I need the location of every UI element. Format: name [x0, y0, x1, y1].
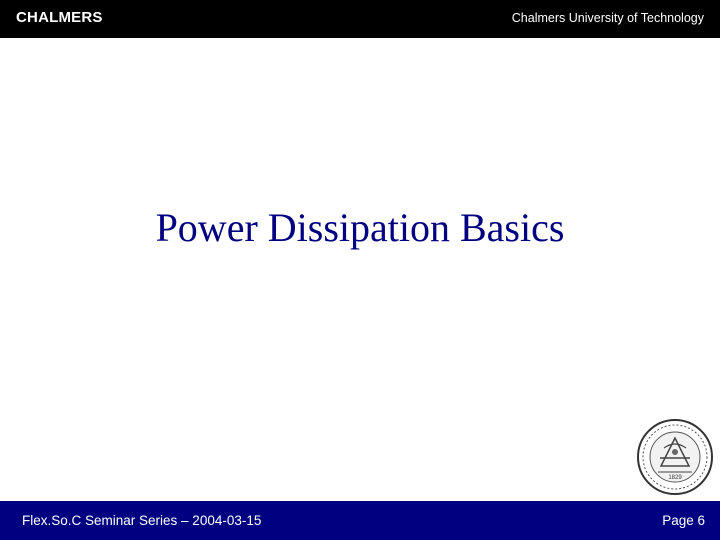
university-seal-icon: 1829 — [636, 418, 714, 496]
chalmers-logo: CHALMERS — [16, 9, 103, 26]
footer-bar: Flex.So.C Seminar Series – 2004-03-15 Pa… — [0, 501, 720, 540]
institution-name: Chalmers University of Technology — [511, 11, 704, 25]
slide-title: Power Dissipation Basics — [155, 205, 565, 250]
seal-year: 1829 — [668, 475, 682, 481]
footer-series: Flex.So.C Seminar Series – 2004-03-15 — [22, 513, 262, 528]
page-number: Page 6 — [662, 513, 705, 528]
header-bar: CHALMERS Chalmers University of Technolo… — [0, 0, 720, 38]
